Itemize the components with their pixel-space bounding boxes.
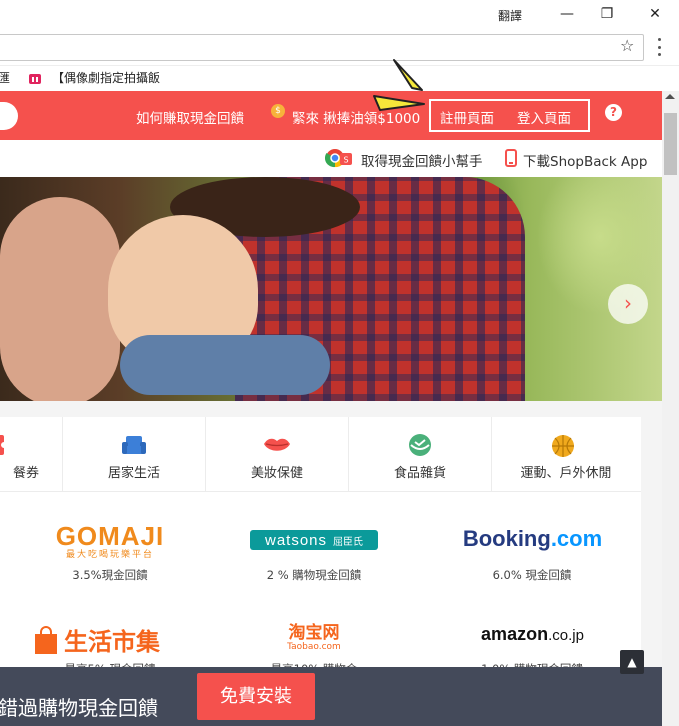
- bookmarks-bar: 匯 【偶像劇指定拍攝飯: [0, 66, 679, 90]
- banner-text: 錯過購物現金回饋: [0, 696, 158, 720]
- extension-link[interactable]: 取得現金回饋小幫手: [361, 150, 483, 170]
- store-name: amazon: [481, 624, 549, 644]
- category-label: 運動、戶外休閒: [520, 466, 612, 481]
- carousel-next-button[interactable]: ›: [608, 284, 648, 324]
- lips-icon: [264, 438, 290, 451]
- category-item[interactable]: 食品雜貨: [349, 417, 492, 492]
- phone-icon: [505, 149, 517, 167]
- download-app-link[interactable]: 下載ShopBack App: [523, 150, 647, 170]
- window-title: 翻譯: [498, 9, 523, 23]
- store-tagline: 最大吃喝玩樂平台: [65, 550, 154, 560]
- hero-figure: [120, 335, 330, 395]
- category-item[interactable]: 運動、戶外休閒: [492, 417, 641, 492]
- back-to-top-button[interactable]: ▲: [620, 650, 644, 674]
- store-tagline: .com: [550, 526, 603, 551]
- bookmark-label: 【偶像劇指定拍攝飯: [52, 71, 161, 85]
- chrome-extension-icon: S: [325, 149, 352, 168]
- store-logo-amazon[interactable]: amazon .co.jp: [470, 624, 595, 645]
- window-titlebar: 翻譯 — ❐ ✕: [0, 0, 679, 30]
- scroll-up-arrow-icon[interactable]: [665, 94, 675, 99]
- svg-text:S: S: [343, 156, 348, 165]
- coupon-icon: [0, 435, 6, 455]
- store-logo-shenghuo[interactable]: 生活市集: [34, 622, 164, 657]
- store-name: Booking: [462, 526, 551, 551]
- category-item[interactable]: 美妝保健: [206, 417, 349, 492]
- bookmark-star-icon[interactable]: ☆: [620, 36, 634, 55]
- how-to-earn-link[interactable]: 如何賺取現金回饋: [136, 107, 244, 127]
- store-logo-booking[interactable]: Booking .com: [460, 526, 605, 552]
- screen: 翻譯 — ❐ ✕ ☆ 匯 【偶像劇指定拍攝飯 如何賺取現金回饋 緊來 揪捧油領$…: [0, 0, 679, 726]
- help-icon[interactable]: ?: [605, 104, 622, 121]
- store-cashback: 2 % 購物現金回饋: [266, 568, 362, 582]
- shopping-bag-icon: [35, 625, 57, 654]
- sub-header: S 取得現金回饋小幫手 下載ShopBack App: [0, 140, 662, 177]
- vertical-scrollbar[interactable]: [662, 91, 679, 726]
- address-input[interactable]: [0, 34, 644, 61]
- store-logo-taobao[interactable]: 淘宝网 Taobao.com: [264, 624, 364, 653]
- bookmark-item[interactable]: 匯: [0, 69, 10, 86]
- store-name: 淘宝网: [288, 623, 340, 643]
- store-cashback: 6.0% 現金回饋: [492, 568, 572, 582]
- close-button[interactable]: ✕: [640, 3, 670, 25]
- sofa-icon: [122, 436, 146, 454]
- address-bar-row: [0, 30, 679, 66]
- maximize-button[interactable]: ❐: [592, 3, 622, 25]
- store-name: watsons: [264, 531, 328, 549]
- auth-highlight-box: [429, 99, 590, 132]
- store-tagline: .co.jp: [548, 627, 584, 644]
- bookmark-favicon-icon: [29, 73, 41, 84]
- pointer-arrow-icon: [373, 59, 425, 111]
- bookmark-label: 匯: [0, 71, 11, 85]
- category-label: 美妝保健: [250, 466, 303, 481]
- food-icon: [409, 434, 431, 456]
- scrollbar-thumb[interactable]: [664, 113, 677, 175]
- category-item[interactable]: 餐券: [0, 417, 63, 492]
- store-logo-watsons[interactable]: watsons 屈臣氏: [250, 530, 378, 550]
- minimize-button[interactable]: —: [552, 3, 582, 25]
- hero-figure: [0, 197, 120, 401]
- coin-icon: $: [271, 104, 285, 118]
- category-label: 食品雜貨: [393, 466, 446, 481]
- store-tagline: 屈臣氏: [333, 536, 364, 548]
- store-name: 生活市集: [64, 628, 160, 656]
- category-label: 居家生活: [107, 466, 160, 481]
- site-logo[interactable]: [0, 102, 18, 130]
- store-logo-gomaji[interactable]: GOMAJI 最大吃喝玩樂平台: [10, 522, 210, 561]
- free-install-button[interactable]: 免費安裝: [197, 673, 315, 720]
- store-name: GOMAJI: [55, 521, 165, 551]
- browser-menu-icon[interactable]: [656, 38, 662, 56]
- category-item[interactable]: 居家生活: [63, 417, 206, 492]
- bookmark-item[interactable]: 【偶像劇指定拍攝飯: [28, 69, 160, 86]
- store-tagline: Taobao.com: [287, 642, 341, 652]
- store-cashback: 3.5%現金回饋: [72, 568, 148, 582]
- ball-icon: [552, 435, 574, 457]
